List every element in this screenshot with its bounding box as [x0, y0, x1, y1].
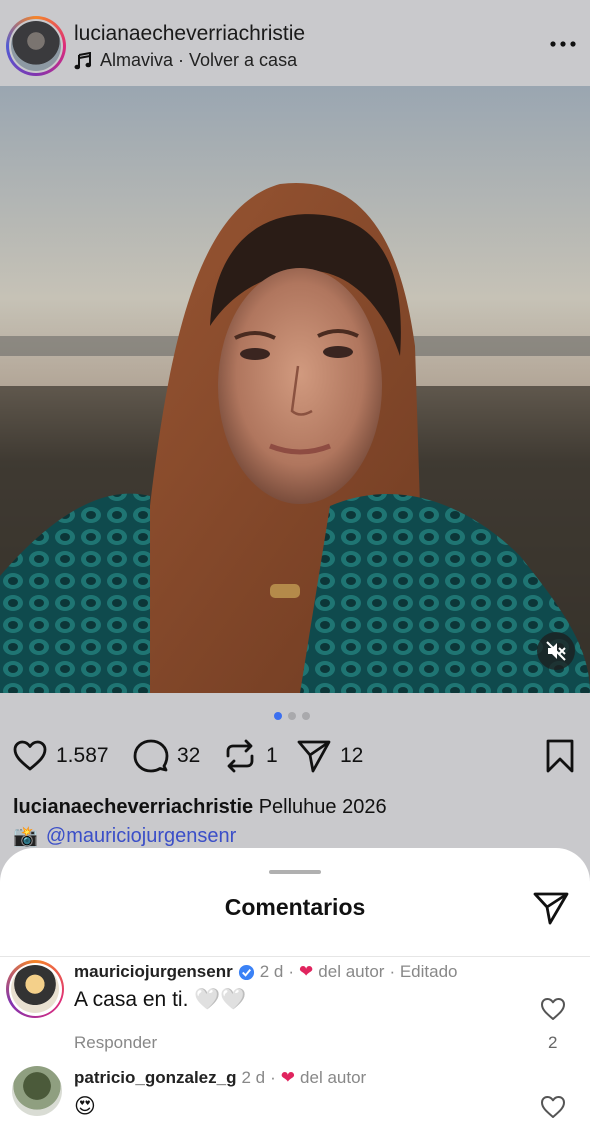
comment-button[interactable]: 32: [133, 738, 200, 774]
speaker-muted-icon: [546, 641, 566, 661]
heart-icon[interactable]: [540, 996, 566, 1022]
post-header: lucianaecheverriachristie Almaviva · Vol…: [0, 0, 590, 86]
photo-credit: 📸 @mauriciojurgensenr: [13, 824, 236, 849]
save-button[interactable]: [542, 738, 578, 774]
verified-badge-icon: [238, 964, 254, 980]
camera-emoji: 📸: [13, 826, 38, 848]
heart-icon[interactable]: [540, 1094, 566, 1120]
separator: ·: [270, 1068, 276, 1087]
author-liked-note: del autor: [318, 962, 385, 981]
comment-username[interactable]: mauriciojurgensenr: [74, 962, 233, 982]
music-label: Almaviva · Volver a casa: [100, 50, 298, 70]
music-note-icon: [74, 51, 92, 69]
comment-time: 2 d: [241, 1068, 266, 1087]
comment-like-count: 2: [548, 1033, 558, 1052]
comment-meta: mauriciojurgensenr 2 d · ❤ del autor · E…: [74, 962, 458, 982]
mute-button[interactable]: [537, 632, 575, 670]
more-horizontal-icon[interactable]: [548, 36, 578, 52]
author-heart-icon: ❤: [299, 962, 314, 981]
author-liked-note: del autor: [300, 1068, 367, 1087]
divider: [0, 956, 590, 957]
comments-sheet: Comentarios mauriciojurgensenr 2 d · ❤ d…: [0, 848, 590, 1129]
like-button[interactable]: 1.587: [12, 738, 109, 774]
caption-username[interactable]: lucianaecheverriachristie: [13, 796, 253, 818]
comment-username[interactable]: patricio_gonzalez_g: [74, 1068, 236, 1088]
avatar-photo: [11, 21, 61, 71]
avatar-photo: [11, 965, 59, 1013]
comment-count: 32: [177, 744, 201, 767]
caption-text: Pelluhue 2026: [258, 796, 387, 818]
carousel-dot: [288, 712, 296, 720]
like-count: 1.587: [56, 744, 109, 767]
repost-icon: [226, 739, 254, 773]
comment-text: 😍: [74, 1095, 96, 1118]
author-heart-icon: ❤: [280, 1068, 296, 1087]
bookmark-icon: [546, 739, 574, 773]
music-info[interactable]: Almaviva · Volver a casa: [74, 50, 297, 71]
post-photo[interactable]: [0, 86, 590, 693]
repost-button[interactable]: 1: [222, 738, 278, 774]
comment-time: 2 d: [259, 962, 284, 981]
send-icon: [297, 740, 331, 773]
heart-icon: [13, 740, 47, 771]
carousel-dot: [302, 712, 310, 720]
send-icon[interactable]: [532, 890, 570, 926]
carousel-dot-active: [274, 712, 282, 720]
reply-button[interactable]: Responder: [74, 1033, 157, 1053]
post-caption: lucianaecheverriachristie Pelluhue 2026: [13, 796, 387, 819]
comment-bubble-icon: [133, 739, 169, 773]
caption-mention[interactable]: @mauriciojurgensenr: [46, 825, 236, 848]
post-username[interactable]: lucianaecheverriachristie: [74, 22, 305, 46]
edited-label: · Editado: [389, 962, 458, 981]
comment-meta: patricio_gonzalez_g 2 d · ❤ del autor: [74, 1068, 366, 1088]
commenter-avatar[interactable]: [6, 960, 64, 1018]
action-bar: 1.587 32 1 12: [0, 738, 590, 782]
carousel-indicator: [274, 712, 310, 720]
repost-count: 1: [266, 744, 278, 767]
share-button[interactable]: 12: [296, 738, 363, 774]
comment-text: A casa en ti. 🤍🤍: [74, 988, 247, 1011]
sheet-title: Comentarios: [224, 894, 366, 920]
profile-avatar[interactable]: [6, 16, 66, 76]
share-count: 12: [340, 744, 364, 767]
sheet-drag-handle[interactable]: [269, 870, 321, 874]
commenter-avatar[interactable]: [12, 1066, 62, 1116]
separator: ·: [288, 962, 295, 981]
